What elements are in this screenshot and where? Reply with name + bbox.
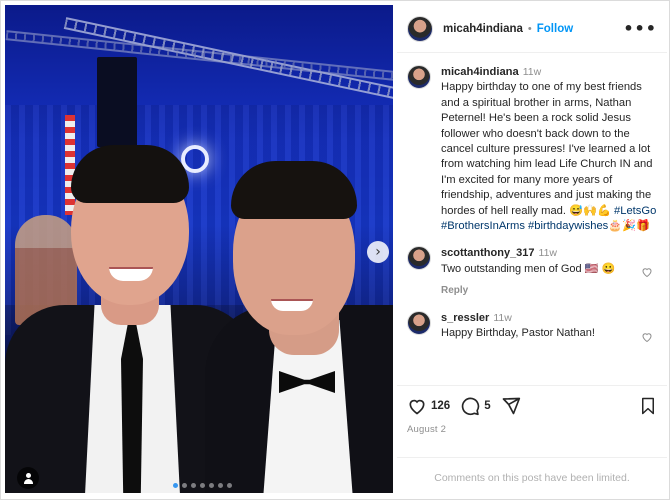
author-username[interactable]: micah4indiana bbox=[443, 23, 523, 35]
american-flag bbox=[65, 115, 75, 215]
follow-button[interactable]: Follow bbox=[537, 23, 573, 35]
carousel-dot bbox=[182, 483, 187, 488]
caption-age: 11w bbox=[522, 66, 542, 78]
heart-icon[interactable] bbox=[407, 396, 427, 416]
avatar[interactable] bbox=[407, 310, 431, 335]
comments-limited-notice: Comments on this post have been limited. bbox=[397, 457, 667, 497]
stage-logo bbox=[181, 145, 209, 173]
comment-item: s_ressler 11w Happy Birthday, Pastor Nath… bbox=[407, 310, 657, 343]
action-bar: 126 5 August 2 bbox=[397, 385, 667, 435]
comment-age: 11w bbox=[493, 311, 512, 324]
carousel-dot bbox=[227, 483, 232, 488]
comment-count[interactable]: 5 bbox=[484, 400, 490, 412]
comment-list: micah4indiana 11w Happy birthday to one o… bbox=[397, 53, 667, 373]
share-icon[interactable] bbox=[501, 396, 521, 416]
heart-icon[interactable] bbox=[641, 331, 653, 343]
carousel-dot bbox=[218, 483, 223, 488]
post-date: August 2 bbox=[407, 424, 447, 435]
next-arrow-icon[interactable]: › bbox=[367, 241, 389, 263]
comment-age: 11w bbox=[538, 247, 558, 260]
user-tag-icon[interactable] bbox=[17, 467, 39, 489]
carousel-dot bbox=[173, 483, 178, 488]
carousel-dot bbox=[191, 483, 196, 488]
more-icon[interactable]: ••• bbox=[623, 19, 657, 38]
comment-item: scottanthony_317 11w Two outstanding men … bbox=[407, 246, 657, 299]
caption-text: Happy birthday to one of my best friends… bbox=[441, 81, 657, 233]
heart-icon[interactable] bbox=[641, 266, 653, 278]
post-header: micah4indiana • Follow ••• bbox=[397, 5, 667, 53]
post-frame: › micah4indiana • Follow ••• micah4india… bbox=[0, 0, 670, 500]
comment-username[interactable]: scottanthony_317 bbox=[441, 247, 535, 259]
caption: micah4indiana 11w Happy birthday to one o… bbox=[407, 65, 657, 234]
avatar[interactable] bbox=[407, 65, 431, 89]
stage-speaker bbox=[97, 57, 137, 147]
carousel-dot bbox=[200, 483, 205, 488]
comment-text: Two outstanding men of God 🇺🇸 😀 bbox=[441, 262, 616, 275]
comment-icon[interactable] bbox=[460, 396, 480, 416]
like-count[interactable]: 126 bbox=[431, 400, 450, 412]
comment-text: Happy Birthday, Pastor Nathan! bbox=[441, 327, 595, 340]
avatar[interactable] bbox=[407, 15, 433, 42]
stage-truss-lower bbox=[5, 30, 393, 82]
header-separator: • bbox=[527, 22, 532, 35]
reply-button[interactable]: Reply bbox=[441, 283, 657, 299]
bookmark-icon[interactable] bbox=[639, 396, 657, 416]
carousel-dots bbox=[173, 483, 232, 488]
caption-emoji: 🎂🎉🎁 bbox=[608, 220, 651, 233]
comment-username[interactable]: s_ressler bbox=[441, 312, 489, 324]
carousel-dot bbox=[209, 483, 214, 488]
post-sidebar: micah4indiana • Follow ••• micah4indiana… bbox=[397, 5, 667, 497]
avatar[interactable] bbox=[407, 246, 431, 271]
post-photo[interactable]: › bbox=[5, 5, 393, 493]
caption-username[interactable]: micah4indiana bbox=[441, 66, 519, 78]
